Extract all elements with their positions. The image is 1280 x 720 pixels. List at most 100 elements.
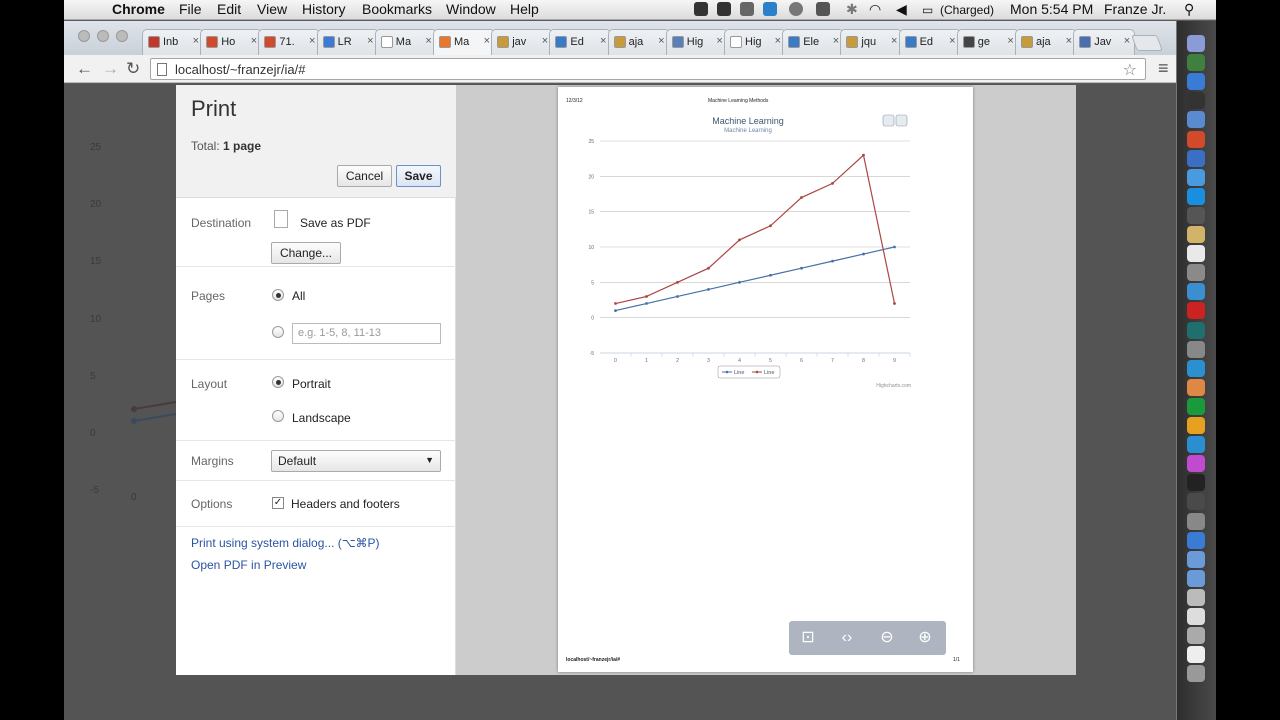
volume-icon[interactable]: ◀ <box>896 1 907 18</box>
tab-close-icon[interactable]: × <box>833 35 839 47</box>
chart-export-icon[interactable] <box>895 114 908 127</box>
chart-print-icon[interactable] <box>882 114 895 127</box>
dock-app-icon[interactable] <box>1187 627 1205 645</box>
dock-app-icon[interactable] <box>1187 149 1205 167</box>
spotlight-icon[interactable]: ⚲ <box>1184 1 1194 18</box>
dock-app-icon[interactable] <box>1187 35 1205 52</box>
tab-close-icon[interactable]: × <box>716 35 722 47</box>
dock-app-icon[interactable] <box>1187 608 1205 625</box>
dock-app-icon[interactable] <box>1187 550 1205 568</box>
dock-app-icon[interactable] <box>1187 111 1205 129</box>
chart-credits[interactable]: Highcharts.com <box>876 383 911 389</box>
browser-tab[interactable]: Ed × <box>898 29 961 55</box>
browser-tab[interactable]: Ma × <box>433 29 495 55</box>
tab-close-icon[interactable]: × <box>891 35 897 47</box>
dock-app-icon[interactable] <box>1187 54 1205 72</box>
pages-range-input[interactable]: e.g. 1-5, 8, 11-13 <box>292 323 441 344</box>
cancel-button[interactable]: Cancel <box>337 165 392 187</box>
bookmark-star-icon[interactable]: ☆ <box>1123 60 1137 80</box>
dock-app-icon[interactable] <box>1187 359 1205 377</box>
dock-app-icon[interactable] <box>1187 302 1205 320</box>
dock-app-icon[interactable] <box>1187 436 1205 454</box>
menu-history[interactable]: History <box>302 1 346 17</box>
pages-custom-radio[interactable] <box>272 326 284 338</box>
battery-status[interactable]: (Charged) <box>940 3 994 17</box>
headers-footers-checkbox[interactable]: ✓ <box>272 497 284 509</box>
dock-app-icon[interactable] <box>1187 378 1205 396</box>
reload-icon[interactable]: ↻ <box>126 59 140 79</box>
browser-tab[interactable]: Hig × <box>724 29 786 55</box>
browser-tab[interactable]: Hig × <box>665 29 728 55</box>
sync-icon[interactable] <box>740 2 754 16</box>
app-menu[interactable]: Chrome <box>112 1 165 17</box>
pages-all-radio[interactable] <box>272 289 284 301</box>
dock-app-icon[interactable] <box>1187 283 1205 301</box>
menu-edit[interactable]: Edit <box>217 1 241 17</box>
browser-tab[interactable]: 71. × <box>258 29 321 55</box>
tab-close-icon[interactable]: × <box>658 35 664 47</box>
tab-close-icon[interactable]: × <box>484 35 490 47</box>
tab-close-icon[interactable]: × <box>775 35 781 47</box>
browser-tab[interactable]: Ho × <box>200 29 263 55</box>
forward-arrow-icon[interactable]: → <box>102 59 119 79</box>
browser-tab[interactable]: Ma × <box>374 29 437 55</box>
dock-app-icon[interactable] <box>1187 73 1205 91</box>
back-arrow-icon[interactable]: ← <box>76 59 93 79</box>
tab-close-icon[interactable]: × <box>1124 35 1130 47</box>
system-dialog-link[interactable]: Print using system dialog... (⌥⌘P) <box>191 536 380 550</box>
menu-help[interactable]: Help <box>510 1 539 17</box>
tab-close-icon[interactable]: × <box>251 35 257 47</box>
browser-tab[interactable]: aja × <box>1015 29 1077 55</box>
dock-app-icon[interactable] <box>1187 206 1205 224</box>
address-bar[interactable]: localhost/~franzejr/ia/# ☆ <box>150 58 1146 80</box>
twitter-icon[interactable] <box>763 2 777 16</box>
browser-tab[interactable]: jqu × <box>840 29 903 55</box>
change-destination-button[interactable]: Change... <box>271 242 341 264</box>
wrench-menu-icon[interactable]: ≡ <box>1158 58 1169 79</box>
open-pdf-preview-link[interactable]: Open PDF in Preview <box>191 558 306 572</box>
menu-view[interactable]: View <box>257 1 287 17</box>
fit-page-icon[interactable]: ⊡ <box>794 626 822 650</box>
browser-tab[interactable]: LR × <box>316 29 379 55</box>
dock-app-icon[interactable] <box>1187 264 1205 282</box>
wifi-icon[interactable]: ◠ <box>869 1 881 18</box>
clock[interactable]: Mon 5:54 PM <box>1010 1 1093 17</box>
fit-width-icon[interactable]: ‹› <box>833 626 861 650</box>
tab-close-icon[interactable]: × <box>949 35 955 47</box>
battery-icon[interactable]: ▭ <box>922 3 933 17</box>
dock-app-icon[interactable] <box>1187 168 1205 186</box>
dropbox-icon[interactable] <box>717 2 731 16</box>
evernote-icon[interactable] <box>694 2 708 16</box>
tab-close-icon[interactable]: × <box>1066 35 1072 47</box>
tab-close-icon[interactable]: × <box>542 35 548 47</box>
menu-window[interactable]: Window <box>446 1 496 17</box>
zoom-window-icon[interactable] <box>116 30 128 42</box>
dock-app-icon[interactable] <box>1187 397 1205 415</box>
dock-app-icon[interactable] <box>1187 455 1205 473</box>
dock-app-icon[interactable] <box>1187 340 1205 358</box>
menu-bookmarks[interactable]: Bookmarks <box>362 1 432 17</box>
dock-app-icon[interactable] <box>1187 665 1205 683</box>
zoom-out-icon[interactable]: ⊖ <box>873 626 901 650</box>
tab-close-icon[interactable]: × <box>1007 35 1013 47</box>
bluetooth-icon[interactable]: ✱ <box>846 1 858 18</box>
browser-tab[interactable]: aja × <box>607 29 670 55</box>
browser-tab[interactable]: Ed × <box>549 29 612 55</box>
browser-tab[interactable]: jav × <box>491 29 554 55</box>
dock-app-icon[interactable] <box>1187 187 1205 205</box>
user-name[interactable]: Franze Jr. <box>1104 1 1166 17</box>
tab-close-icon[interactable]: × <box>600 35 606 47</box>
dock-app-icon[interactable] <box>1187 512 1205 530</box>
margins-select[interactable]: Default ▼ <box>271 450 441 472</box>
browser-tab[interactable]: Inb × <box>142 29 204 55</box>
tab-close-icon[interactable]: × <box>309 35 315 47</box>
dock-app-icon[interactable] <box>1187 646 1205 664</box>
tab-close-icon[interactable]: × <box>425 35 431 47</box>
dock-app-icon[interactable] <box>1187 588 1205 606</box>
tab-close-icon[interactable]: × <box>193 35 199 47</box>
dock-app-icon[interactable] <box>1187 321 1205 339</box>
portrait-radio[interactable] <box>272 376 284 388</box>
dock-app-icon[interactable] <box>1187 569 1205 587</box>
zoom-in-icon[interactable]: ⊕ <box>911 626 939 650</box>
browser-tab[interactable]: Ele × <box>782 29 845 55</box>
